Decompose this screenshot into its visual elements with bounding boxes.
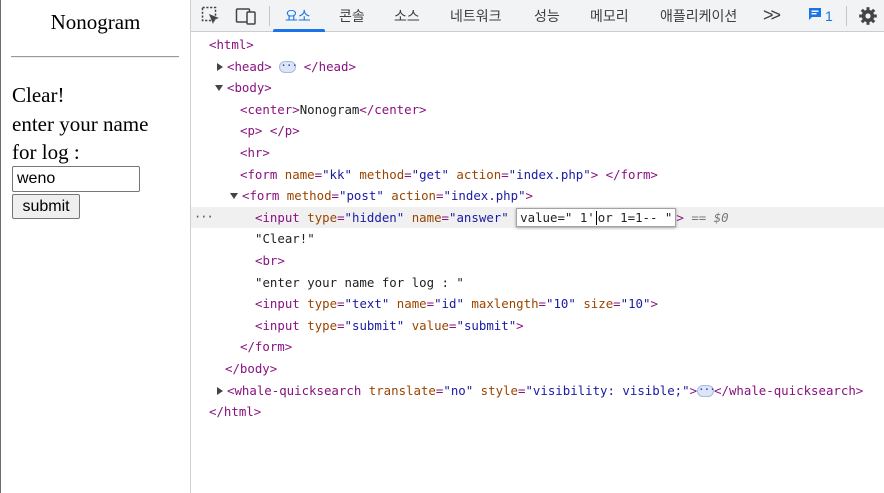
selected-node-marker: == $0 bbox=[691, 209, 729, 225]
tab-sources[interactable]: 소스 bbox=[394, 0, 420, 32]
dom-node-p[interactable]: <p> </p> bbox=[191, 120, 884, 142]
tab-network[interactable]: 네트워크 bbox=[450, 0, 502, 32]
dom-node-hr[interactable]: <hr> bbox=[191, 142, 884, 164]
dom-node-br[interactable]: <br> bbox=[191, 250, 884, 272]
collapse-arrow-icon[interactable] bbox=[215, 85, 223, 92]
devtools-toolbar: 요소 콘솔 소스 네트워크 성능 메모리 애플리케이션 >> 1 bbox=[191, 0, 884, 32]
dom-node-center[interactable]: <center>Nonogram</center> bbox=[191, 99, 884, 121]
expand-arrow-icon[interactable] bbox=[217, 62, 223, 71]
tab-performance[interactable]: 성능 bbox=[534, 0, 560, 32]
more-actions-icon[interactable]: ··· bbox=[194, 207, 214, 229]
dom-node-html-close[interactable]: </html> bbox=[191, 401, 884, 423]
clear-text: Clear! bbox=[12, 83, 65, 107]
name-input[interactable] bbox=[12, 166, 140, 192]
horizontal-rule bbox=[11, 56, 179, 58]
collapse-arrow-icon[interactable] bbox=[230, 193, 238, 200]
dom-text-clear[interactable]: "Clear!" bbox=[191, 228, 884, 250]
page-viewport: Nonogram Clear! enter your name for log … bbox=[0, 0, 189, 493]
attribute-edit-field[interactable]: value=" 1' or 1=1-- " bbox=[516, 207, 677, 227]
issues-message-icon bbox=[808, 7, 822, 26]
dom-node-body-close[interactable]: </body> bbox=[191, 358, 884, 380]
devtools-panel: 요소 콘솔 소스 네트워크 성능 메모리 애플리케이션 >> 1 <html> … bbox=[190, 0, 884, 493]
submit-button[interactable]: submit bbox=[12, 194, 80, 219]
toolbar-separator bbox=[269, 6, 270, 26]
device-toolbar-icon[interactable] bbox=[235, 6, 256, 26]
active-tab-indicator bbox=[273, 29, 325, 32]
tab-memory[interactable]: 메모리 bbox=[590, 0, 629, 32]
chevron-more-icon[interactable]: >> bbox=[763, 0, 781, 32]
ellipsis-icon[interactable]: ··· bbox=[697, 384, 716, 398]
dom-node-form-close[interactable]: </form> bbox=[191, 336, 884, 358]
dom-node-input-submit[interactable]: <input type="submit" value="submit"> bbox=[191, 315, 884, 337]
dom-text-prompt[interactable]: "enter your name for log : " bbox=[191, 272, 884, 294]
tab-application[interactable]: 애플리케이션 bbox=[660, 0, 737, 32]
inspect-element-icon[interactable] bbox=[201, 6, 221, 26]
prompt-line-2: for log : bbox=[12, 140, 80, 164]
dom-node-form-post[interactable]: <form method="post" action="index.php"> bbox=[191, 185, 884, 207]
dom-node-body[interactable]: <body> bbox=[191, 77, 884, 99]
tab-console[interactable]: 콘솔 bbox=[339, 0, 365, 32]
expand-arrow-icon[interactable] bbox=[217, 386, 223, 395]
issues-button[interactable]: 1 bbox=[808, 7, 833, 26]
ellipsis-icon[interactable]: ··· bbox=[279, 60, 298, 74]
page-title: Nonogram bbox=[50, 10, 141, 34]
toolbar-separator bbox=[846, 6, 847, 26]
dom-node-whale-quicksearch[interactable]: <whale-quicksearch translate="no" style=… bbox=[191, 380, 884, 402]
dom-node-input-text[interactable]: <input type="text" name="id" maxlength="… bbox=[191, 293, 884, 315]
prompt-line-1: enter your name bbox=[12, 112, 149, 136]
tab-elements[interactable]: 요소 bbox=[285, 0, 311, 32]
dom-node-form-kk[interactable]: <form name="kk" method="get" action="ind… bbox=[191, 164, 884, 186]
settings-gear-icon[interactable] bbox=[858, 6, 878, 26]
dom-node-input-hidden[interactable]: ··· <input type="hidden" name="answer" v… bbox=[191, 206, 884, 229]
dom-tree: <html> <head> ··· </head> <body> <center… bbox=[191, 34, 884, 493]
dom-node-head[interactable]: <head> ··· </head> bbox=[191, 56, 884, 78]
issues-count: 1 bbox=[825, 8, 833, 24]
text-caret bbox=[595, 211, 597, 226]
dom-node-html[interactable]: <html> bbox=[191, 34, 884, 56]
